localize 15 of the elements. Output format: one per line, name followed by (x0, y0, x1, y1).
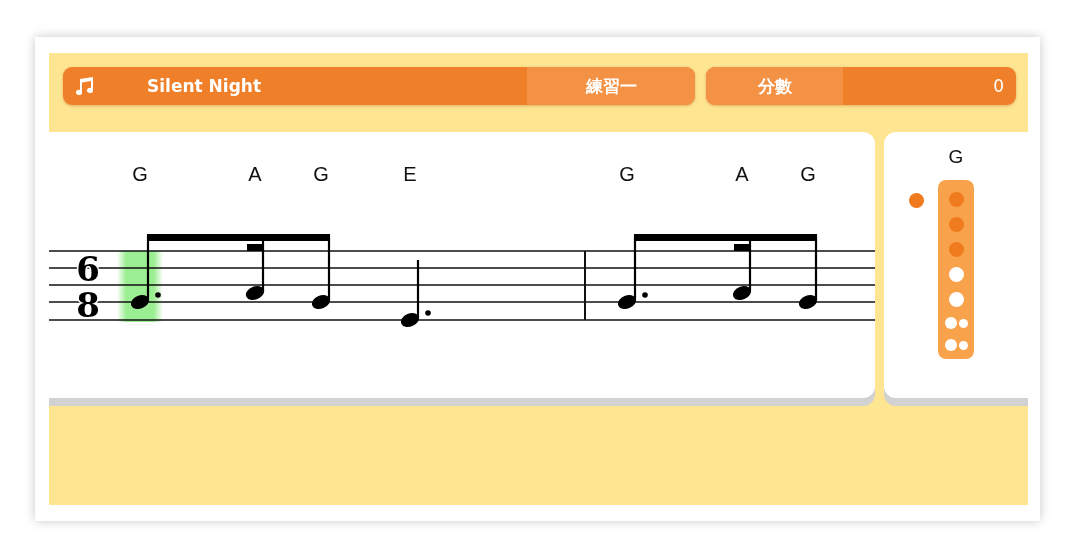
note-label: E (403, 163, 417, 185)
note (400, 260, 431, 327)
exercise-button[interactable]: 練習一 (527, 67, 695, 105)
note-label: G (619, 163, 635, 185)
note-label: G (313, 163, 329, 185)
note-label: G (800, 163, 816, 185)
song-title: Silent Night (147, 76, 263, 96)
fingering-note: G (948, 146, 964, 168)
music-note-icon (75, 76, 95, 96)
score-value: 0 (992, 76, 1005, 96)
note-label: G (132, 163, 148, 185)
bar-line (584, 250, 586, 321)
note-label: A (735, 163, 749, 185)
score-label: 分數 (706, 67, 843, 105)
note-label: A (248, 163, 262, 185)
